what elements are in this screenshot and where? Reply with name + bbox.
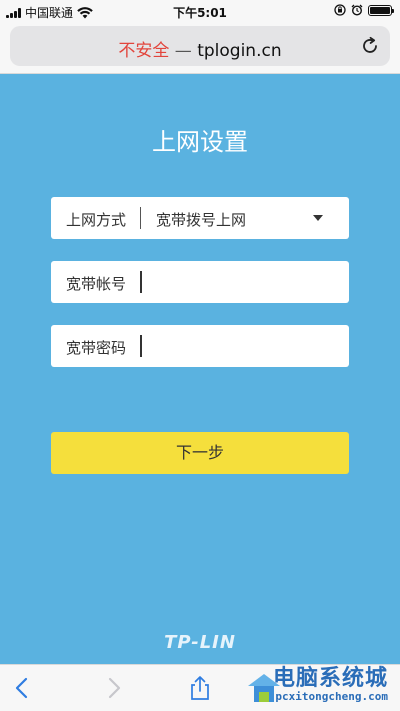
dropdown-arrow-icon[interactable] [313, 215, 323, 221]
text-caret [140, 335, 142, 357]
orientation-lock-icon [334, 4, 346, 16]
page-content: 上网设置 上网方式 宽带拨号上网 宽带帐号 宽带密码 下一步 TP-LIN [0, 74, 400, 664]
status-right [334, 4, 394, 16]
connection-type-value: 宽带拨号上网 [156, 211, 247, 229]
url-display[interactable]: 不安全 — tplogin.cn [10, 36, 390, 61]
site-watermark: 电脑系统城 pcxitongcheng.com [244, 660, 394, 710]
broadband-account-field[interactable]: 宽带帐号 [51, 261, 349, 303]
url-separator: — [174, 41, 192, 61]
browser-address-area: 不安全 — tplogin.cn [0, 22, 400, 74]
broadband-account-label: 宽带帐号 [66, 275, 127, 293]
url-host: tplogin.cn [197, 41, 282, 61]
text-caret [140, 271, 142, 293]
not-secure-label: 不安全 [118, 41, 170, 61]
address-bar[interactable]: 不安全 — tplogin.cn [10, 26, 390, 66]
alarm-icon [351, 4, 363, 16]
connection-type-label: 上网方式 [66, 211, 127, 229]
battery-icon [368, 4, 394, 16]
next-button[interactable]: 下一步 [51, 432, 349, 474]
reload-icon[interactable] [360, 36, 380, 56]
watermark-title: 电脑系统城 [272, 666, 388, 691]
battery-fill [370, 6, 390, 14]
field-divider [140, 207, 141, 229]
broadband-password-label: 宽带密码 [66, 339, 127, 357]
back-icon[interactable] [10, 675, 36, 701]
forward-icon[interactable] [100, 675, 126, 701]
connection-type-select[interactable]: 上网方式 宽带拨号上网 [51, 197, 349, 239]
share-icon[interactable] [187, 675, 213, 701]
page-title: 上网设置 [152, 128, 248, 156]
status-bar: 中国联通 下午5:01 [0, 0, 400, 22]
watermark-url: pcxitongcheng.com [275, 690, 388, 703]
tplink-logo: TP-LIN [164, 632, 236, 653]
broadband-password-field[interactable]: 宽带密码 [51, 325, 349, 367]
